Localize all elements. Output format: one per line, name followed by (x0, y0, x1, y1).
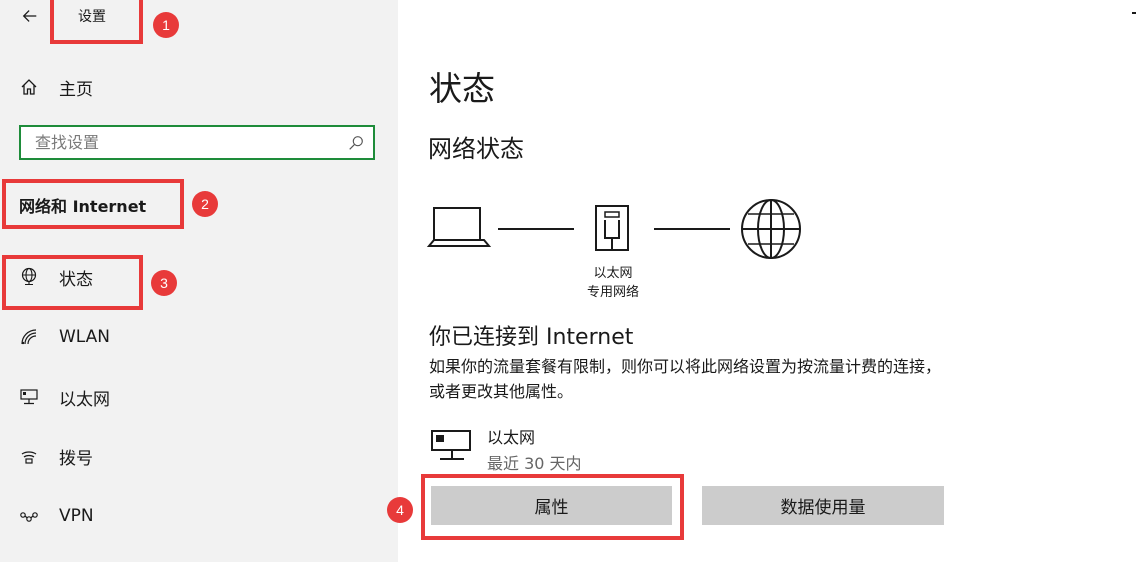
search-box (19, 125, 375, 160)
sidebar-item-wlan[interactable]: WLAN (0, 317, 398, 357)
network-diagram-graphic (426, 199, 801, 259)
annotation-badge-4: 4 (387, 497, 413, 523)
wifi-icon (18, 326, 40, 348)
sidebar-item-status[interactable]: 状态 (0, 257, 398, 297)
laptop-icon (426, 207, 492, 247)
connection-status-title: 你已连接到 Internet (429, 325, 634, 350)
network-diagram: 以太网 专用网络 (426, 196, 806, 306)
back-arrow-svg (22, 10, 37, 22)
dialup-icon (18, 445, 40, 467)
page-title: 状态 (429, 69, 495, 108)
sidebar-item-label: VPN (59, 506, 94, 526)
sidebar-item-label: 以太网 (59, 389, 110, 410)
window-edge-mark (1132, 12, 1136, 14)
network-status-heading: 网络状态 (428, 135, 524, 163)
home-icon (18, 76, 40, 98)
sidebar-item-label: 拨号 (59, 448, 93, 469)
sidebar-item-home[interactable]: 主页 (0, 67, 398, 107)
annotation-badge-3: 3 (151, 270, 177, 296)
sidebar-item-dialup[interactable]: 拨号 (0, 436, 398, 476)
globe-icon (741, 199, 801, 259)
annotation-badge-1: 1 (153, 12, 179, 38)
data-usage-button[interactable]: 数据使用量 (702, 486, 944, 525)
ethernet-adapter-icon (431, 430, 471, 460)
diagram-label-adapter: 以太网 (593, 266, 633, 281)
sidebar-item-label: 主页 (59, 79, 93, 100)
ethernet-icon (18, 386, 40, 408)
vpn-icon (18, 505, 40, 527)
sidebar-item-label: WLAN (59, 327, 111, 347)
annotation-badge-2: 2 (192, 191, 218, 217)
sidebar-item-label: 状态 (59, 269, 93, 290)
sidebar: 设置 主页 网络和 Internet 状态 (0, 0, 398, 562)
globe-monitor-icon (18, 266, 40, 288)
search-icon[interactable] (347, 134, 365, 152)
app-title: 设置 (78, 9, 106, 25)
properties-button[interactable]: 属性 (431, 486, 672, 525)
back-arrow-icon[interactable] (16, 4, 44, 28)
adapter-usage: 最近 30 天内 (487, 454, 582, 473)
search-input[interactable] (21, 127, 355, 158)
connection-description: 如果你的流量套餐有限制，则你可以将此网络设置为按流量计费的连接，或者更改其他属性… (429, 357, 942, 401)
adapter-name: 以太网 (487, 428, 536, 447)
section-heading: 网络和 Internet (19, 197, 147, 216)
sidebar-item-vpn[interactable]: VPN (0, 496, 398, 536)
ethernet-plug-icon (595, 205, 629, 251)
sidebar-item-ethernet[interactable]: 以太网 (0, 377, 398, 417)
diagram-label-network: 专用网络 (586, 285, 639, 300)
